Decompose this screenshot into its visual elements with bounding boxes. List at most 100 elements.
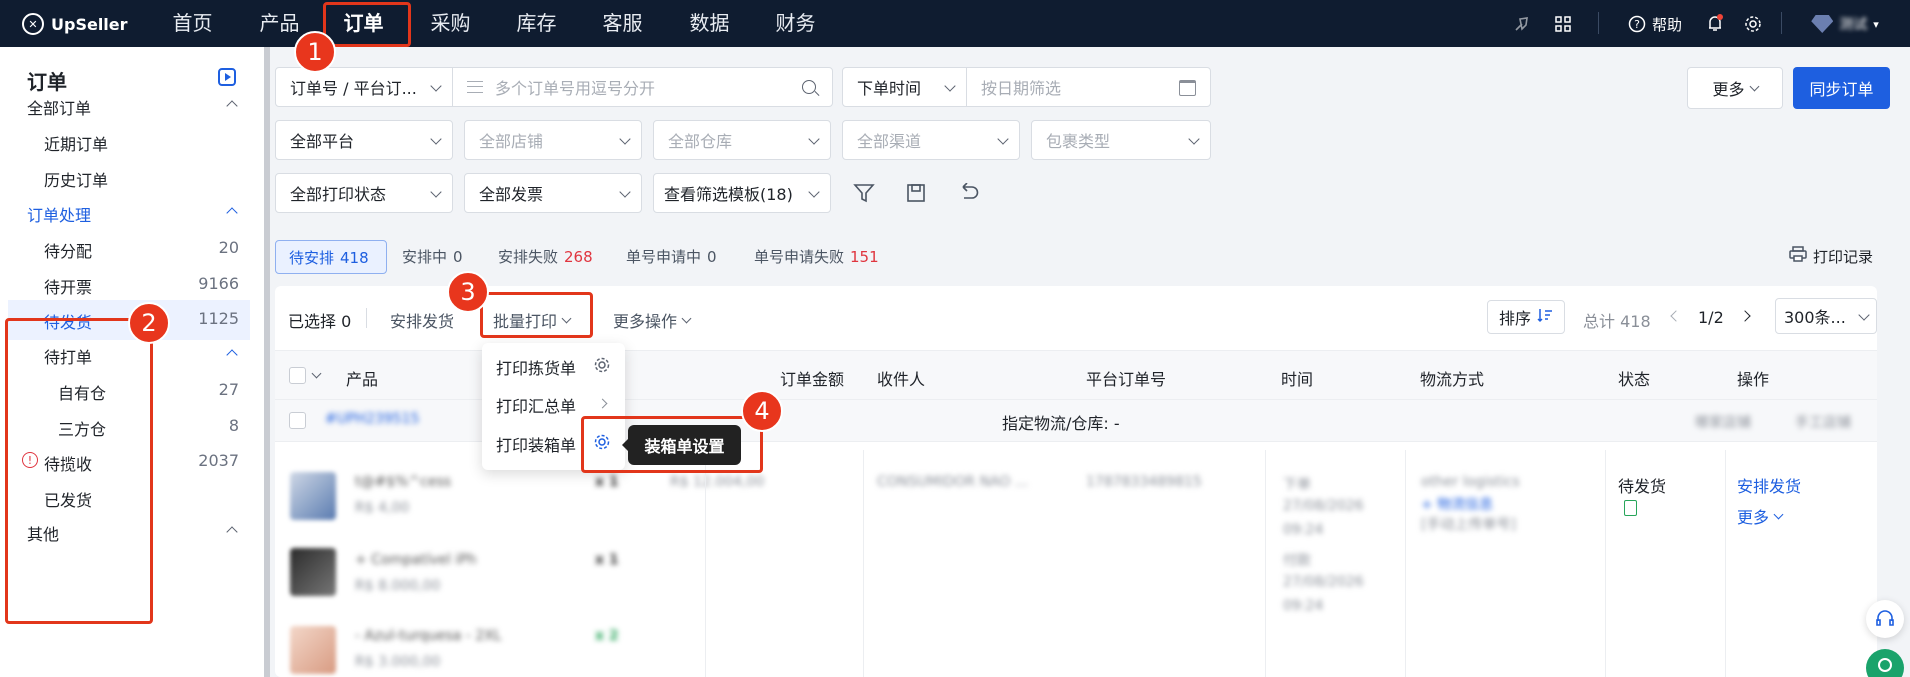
column-logistics: 物流方式 — [1420, 370, 1485, 389]
channel-select[interactable]: 全部渠道 — [842, 120, 1020, 160]
select-all-checkbox[interactable] — [289, 367, 306, 384]
time-label: 下单 — [1283, 477, 1311, 493]
package-type-select[interactable]: 包裹类型 — [1031, 120, 1211, 160]
chevron-up-icon[interactable] — [226, 526, 238, 538]
nav-inventory[interactable]: 库存 — [509, 0, 564, 47]
product-price: R$ 3.000,00 — [355, 654, 441, 670]
invoice-value: 全部发票 — [479, 185, 544, 204]
tab-count: 418 — [340, 249, 369, 267]
tab-label: 安排中 — [402, 248, 448, 266]
list-icon — [467, 81, 483, 93]
sidebar-item-history-orders[interactable]: 历史订单 — [44, 167, 108, 191]
user-avatar-icon — [1811, 15, 1834, 33]
print-status-value: 全部打印状态 — [290, 185, 387, 204]
sidebar-count: 27 — [218, 380, 239, 399]
sync-orders-button[interactable]: 同步订单 — [1793, 67, 1890, 109]
sidebar-count: 20 — [218, 238, 239, 257]
selected-count: 已选择 0 — [288, 308, 351, 332]
more-button[interactable]: 更多 — [1687, 67, 1783, 109]
invoice-select[interactable]: 全部发票 — [464, 173, 642, 213]
sidebar-item-pending-assign[interactable]: 待分配 — [44, 238, 92, 262]
sidebar-title: 订单 — [27, 70, 67, 94]
warehouse-select[interactable]: 全部仓库 — [653, 120, 831, 160]
notification-bell-icon[interactable] — [1703, 12, 1727, 36]
manual-store: 手工店铺 — [1795, 415, 1851, 431]
help-button[interactable]: ? 帮助 — [1619, 12, 1691, 36]
order-id[interactable]: #UPH239515 — [325, 411, 419, 427]
tab-count: 151 — [850, 248, 879, 266]
chevron-down-icon — [430, 80, 442, 92]
tab-arrange-failed[interactable]: 安排失败 268 — [498, 240, 593, 274]
recipient-name: CONSUMIDOR NAO ... — [877, 474, 1029, 490]
reset-filter-icon[interactable] — [958, 182, 980, 207]
sidebar-group-all-orders[interactable]: 全部订单 — [27, 95, 91, 119]
gear-icon[interactable] — [593, 356, 611, 378]
nav-service[interactable]: 客服 — [595, 0, 650, 47]
tab-pending-arrange[interactable]: 待安排 418 — [275, 240, 387, 274]
user-menu[interactable]: 测试 ▾ — [1800, 12, 1890, 36]
platform-order-number: 1787833489815 — [1086, 474, 1202, 490]
nav-data[interactable]: 数据 — [682, 0, 737, 47]
time-type-value: 下单时间 — [857, 79, 922, 98]
settings-gear-icon[interactable] — [1741, 12, 1765, 36]
chevron-up-icon[interactable] — [226, 349, 238, 361]
platform-select[interactable]: 全部平台 — [275, 120, 453, 160]
save-filter-icon[interactable] — [906, 183, 926, 207]
order-number-input[interactable]: 多个订单号用逗号分开 — [452, 67, 833, 107]
next-page-icon[interactable] — [1739, 310, 1751, 322]
apps-grid-icon[interactable] — [1551, 12, 1575, 36]
nav-finance[interactable]: 财务 — [768, 0, 823, 47]
page-size-select[interactable]: 300条... — [1775, 298, 1877, 334]
arrange-shipment-button[interactable]: 安排发货 — [390, 308, 454, 332]
logistics-name: other logistics — [1421, 474, 1520, 490]
print-log-link[interactable]: 打印记录 — [1789, 240, 1873, 274]
warehouse-value: 全部仓库 — [668, 132, 733, 151]
row-more-label: 更多 — [1737, 508, 1770, 527]
tab-number-failed[interactable]: 单号申请失败 151 — [754, 240, 879, 274]
store-value: 全部店铺 — [479, 132, 544, 151]
sidebar-item-recent-orders[interactable]: 近期订单 — [44, 131, 108, 155]
time-type-select[interactable]: 下单时间 — [842, 67, 967, 107]
column-divider — [863, 450, 864, 677]
customer-service-headset-icon[interactable] — [1866, 600, 1904, 638]
clipboard-icon[interactable] — [1624, 500, 1637, 516]
filter-template-select[interactable]: 查看筛选模板(18) — [653, 173, 831, 213]
sidebar-item-pending-invoice[interactable]: 待开票 — [44, 274, 92, 298]
tab-applying-number[interactable]: 单号申请中 0 — [626, 240, 717, 274]
more-operations-button[interactable]: 更多操作 — [613, 308, 692, 332]
arrange-shipment-link[interactable]: 安排发货 — [1737, 473, 1801, 497]
logistics-info-link[interactable]: + 物流信息 — [1421, 494, 1493, 514]
order-checkbox[interactable] — [289, 412, 306, 429]
template-value: 查看筛选模板(18) — [664, 185, 793, 204]
nav-home[interactable]: 首页 — [165, 0, 220, 47]
app-logo[interactable]: ✕ UpSeller — [22, 12, 128, 36]
user-name: 测试 — [1839, 17, 1868, 33]
menu-item-print-packing-list[interactable]: 打印装箱单 — [496, 432, 576, 456]
date-range-input[interactable]: 按日期筛选 — [966, 67, 1211, 107]
menu-item-print-summary[interactable]: 打印汇总单 — [496, 393, 576, 417]
print-status-select[interactable]: 全部打印状态 — [275, 173, 453, 213]
tab-label: 待安排 — [289, 249, 335, 267]
tab-arranging[interactable]: 安排中 0 — [402, 240, 463, 274]
chevron-up-icon[interactable] — [226, 100, 238, 112]
sidebar-group-order-processing[interactable]: 订单处理 — [27, 202, 91, 226]
chevron-up-icon[interactable] — [226, 207, 238, 219]
filter-funnel-icon[interactable] — [853, 183, 875, 207]
printer-icon — [1789, 240, 1807, 274]
sidebar-count: 2037 — [198, 451, 239, 470]
menu-item-print-picklist[interactable]: 打印拣货单 — [496, 355, 576, 379]
more-label: 更多 — [1712, 80, 1745, 99]
rocket-icon[interactable] — [1510, 12, 1534, 36]
nav-purchase[interactable]: 采购 — [423, 0, 478, 47]
column-status: 状态 — [1618, 370, 1651, 389]
chevron-down-icon — [1858, 309, 1870, 321]
prev-page-icon[interactable] — [1670, 310, 1682, 322]
row-more-link[interactable]: 更多 — [1737, 504, 1784, 528]
chevron-down-icon — [944, 80, 956, 92]
order-type-select[interactable]: 订单号 / 平台订... — [275, 67, 453, 107]
collapse-sidebar-icon[interactable] — [218, 68, 236, 86]
column-time: 时间 — [1281, 370, 1314, 389]
chevron-down-icon — [430, 133, 442, 145]
store-select[interactable]: 全部店铺 — [464, 120, 642, 160]
sort-button[interactable]: 排序 — [1487, 300, 1565, 334]
